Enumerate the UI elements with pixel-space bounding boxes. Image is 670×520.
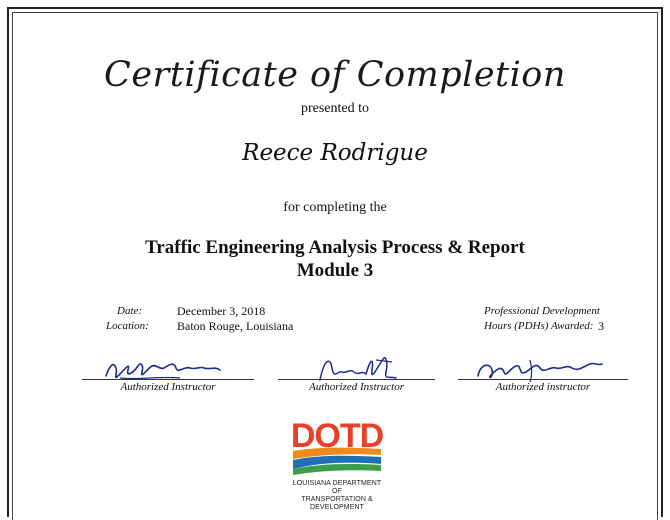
signature-line-3 <box>458 379 628 380</box>
pdh-label-line1: Professional Development <box>484 305 600 317</box>
dotd-logo-mark: DOTD <box>291 417 385 475</box>
location-label: Location: <box>106 320 149 332</box>
certificate-title: Certificate of Completion <box>104 55 566 95</box>
for-completing-text: for completing the <box>283 200 387 215</box>
date-label: Date: <box>117 305 143 317</box>
dotd-logo: DOTD LOUISIANA DEPARTMENT OF TRANSPORTAT… <box>287 413 387 512</box>
recipient-name: Reece Rodrigue <box>242 140 428 166</box>
course-title-line2: Module 3 <box>296 260 374 281</box>
signature-caption-3: Authorized instructor <box>495 381 591 393</box>
location-value: Baton Rouge, Louisiana <box>177 319 294 333</box>
signature-caption-2: Authorized Instructor <box>308 381 405 393</box>
pdh-label-line2: Hours (PDHs) Awarded: <box>484 320 594 332</box>
signature-line-1 <box>82 379 254 380</box>
pdh-value: 3 <box>598 319 604 333</box>
course-title: Traffic Engineering Analysis Process & R… <box>0 236 670 282</box>
signature-caption-1: Authorized Instructor <box>120 381 216 393</box>
logo-subtitle-line1: LOUISIANA DEPARTMENT OF <box>292 480 382 495</box>
signature-line-2 <box>278 379 435 380</box>
logo-subtitle-line2: TRANSPORTATION & DEVELOPMENT <box>301 496 373 511</box>
course-title-line1: Traffic Engineering Analysis Process & R… <box>145 237 525 258</box>
presented-to-text: presented to <box>300 101 370 116</box>
date-value: December 3, 2018 <box>177 304 266 318</box>
